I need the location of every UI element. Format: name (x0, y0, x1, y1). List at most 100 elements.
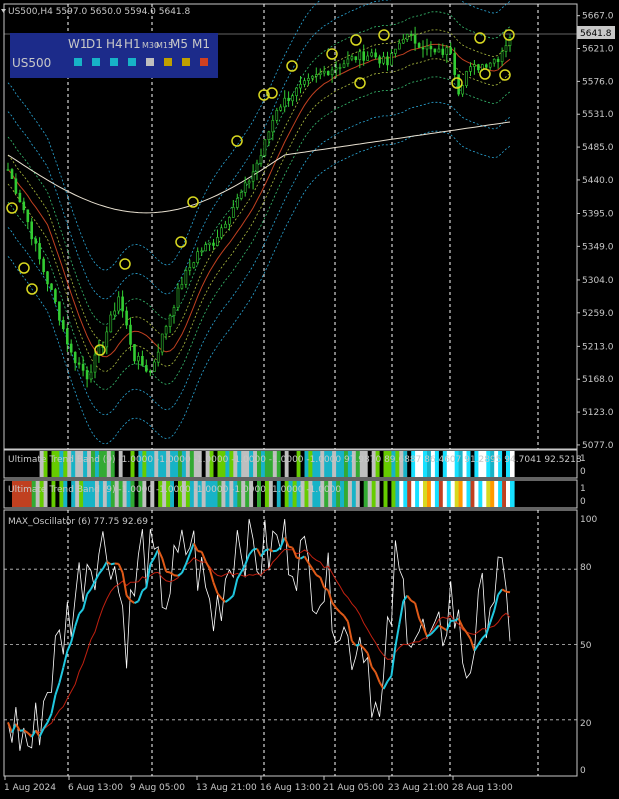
band2-segment-91 (367, 481, 373, 507)
candle-body-117 (469, 66, 472, 72)
candle-body-96 (386, 56, 389, 66)
time-label-3: 13 Aug 21:00 (196, 783, 257, 793)
candle-body-119 (477, 64, 480, 71)
candle-body-49 (200, 250, 203, 253)
chart-canvas[interactable]: 5667.0 5621.0 5576.0 5531.0 5485.0 5440.0 5395… (0, 0, 619, 799)
candle-body-86 (346, 58, 350, 65)
candle-body-82 (330, 69, 334, 76)
candle-body-46 (188, 267, 192, 271)
osc-signal-seg-67 (268, 548, 274, 553)
signal-circle-1 (18, 262, 30, 274)
osc-signal-seg-120 (477, 637, 484, 645)
tf-panel-symbol: US500 (12, 56, 51, 70)
osc-signal-seg-85 (339, 611, 345, 617)
tf-label-H1: H1 (124, 37, 141, 51)
osc-signal-seg-12 (50, 694, 57, 714)
osc-signal-seg-19 (78, 608, 84, 615)
price-candles (6, 26, 512, 388)
band2-segment-110 (442, 481, 448, 507)
candle-body-28 (117, 296, 120, 312)
osc-signal-seg-96 (382, 680, 389, 690)
band2-segment-107 (430, 481, 436, 507)
osc-signal-seg-38 (153, 549, 160, 559)
band2-segment-88 (355, 481, 361, 507)
trend-band-1-label: Ultimate Trend Band (9) -1.0000 -1.0000 … (8, 455, 582, 465)
osc-signal-seg-100 (398, 601, 405, 625)
time-label-7: 28 Aug 13:00 (452, 783, 513, 793)
candle-body-89 (358, 51, 362, 60)
candle-body-58 (236, 198, 239, 208)
osc-signal-seg-55 (220, 597, 227, 603)
candle-body-60 (243, 182, 247, 193)
candle-body-67 (271, 120, 275, 133)
band2-segment-116 (466, 481, 472, 507)
band2-segment-90 (363, 481, 369, 507)
osc-signal-seg-126 (501, 588, 507, 593)
osc-signal-seg-13 (54, 682, 61, 696)
candle-body-39 (160, 333, 164, 353)
candle-body-59 (239, 192, 243, 199)
candle-body-42 (172, 307, 176, 317)
chart-window[interactable]: 5667.0 5621.0 5576.0 5531.0 5485.0 5440.0 5395… (0, 0, 619, 799)
candle-body-26 (109, 314, 113, 333)
tf-status-box-1 (92, 58, 100, 66)
tf-label-M1: M1 (192, 37, 210, 51)
tf-status-box-6 (182, 58, 190, 66)
signal-circle-4 (119, 258, 131, 270)
osc-signal-seg-104 (414, 602, 421, 619)
candle-body-97 (390, 53, 393, 66)
osc-signal-seg-33 (134, 600, 139, 604)
osc-signal-seg-91 (362, 647, 369, 654)
tf-status-box-5 (164, 58, 172, 66)
candle-body-95 (382, 56, 385, 64)
trend-band-2-tick-1: 1 (580, 484, 586, 494)
osc-axis-50: 50 (580, 641, 592, 651)
candle-body-77 (311, 75, 314, 79)
candle-body-44 (180, 283, 184, 289)
osc-signal-seg-94 (374, 671, 381, 683)
tf-label-H4: H4 (106, 37, 123, 51)
candle-body-13 (58, 301, 61, 321)
oscillator-panel (4, 518, 577, 751)
osc-axis-0: 0 (580, 766, 586, 776)
osc-signal-seg-64 (256, 548, 262, 557)
candle-body-102 (409, 34, 413, 36)
osc-signal-seg-44 (177, 572, 183, 577)
osc-signal-seg-30 (121, 572, 128, 596)
osc-signal-seg-89 (355, 643, 361, 647)
osc-signal-seg-25 (102, 561, 108, 570)
envelope-band-2 (7, 76, 511, 390)
candle-body-84 (338, 67, 342, 69)
candle-body-27 (113, 310, 116, 316)
candle-body-79 (318, 72, 322, 75)
tf-label-M5: M5 (170, 37, 188, 51)
time-label-0: 1 Aug 2024 (4, 783, 56, 793)
candle-body-12 (54, 289, 57, 303)
candle-body-125 (500, 51, 504, 62)
band2-segment-101 (407, 481, 412, 507)
time-axis: 1 Aug 2024 6 Aug 13:00 9 Aug 05:00 13 Aug 2… (4, 776, 513, 793)
candle-body-36 (149, 370, 152, 373)
candle-body-6 (30, 221, 34, 240)
osc-signal-seg-110 (438, 624, 444, 629)
time-label-6: 23 Aug 21:00 (388, 783, 449, 793)
candle-body-17 (73, 351, 77, 364)
candle-body-105 (421, 47, 425, 50)
candle-body-87 (350, 56, 354, 60)
candle-body-30 (125, 310, 128, 326)
osc-signal-seg-80 (319, 577, 326, 588)
osc-signal-seg-61 (244, 554, 251, 566)
candle-body-64 (259, 155, 263, 164)
osc-signal-seg-45 (180, 563, 187, 574)
candle-body-91 (366, 55, 370, 61)
candle-body-0 (6, 169, 10, 171)
price-label-13: 5077.0 (582, 441, 614, 451)
osc-signal-seg-57 (228, 594, 234, 600)
menu-triangle-icon[interactable] (1, 9, 6, 13)
candle-body-57 (232, 207, 235, 218)
candle-body-103 (413, 34, 417, 44)
candle-body-15 (66, 328, 69, 345)
candle-body-16 (69, 343, 73, 353)
moving-average-long (7, 121, 511, 214)
price-label-9: 5259.0 (582, 309, 614, 319)
